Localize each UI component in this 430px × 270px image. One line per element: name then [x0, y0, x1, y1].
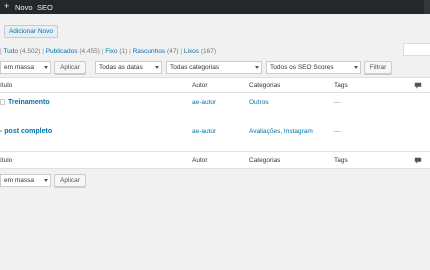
post-categories-link[interactable]: Outros — [249, 99, 269, 106]
add-new-button[interactable]: Adicionar Novo — [4, 25, 58, 38]
row-checkbox[interactable] — [0, 99, 5, 105]
column-author: Autor — [192, 82, 208, 89]
header-divider — [0, 92, 430, 93]
admin-bar: + Novo SEO — [0, 0, 430, 14]
new-menu[interactable]: Novo — [15, 3, 33, 12]
filter-button[interactable]: Filtrar — [364, 61, 392, 74]
categories-select[interactable]: Todas categorias — [166, 61, 262, 74]
dates-value: Todas as datas — [99, 64, 143, 71]
chevron-down-icon — [354, 66, 358, 69]
filter-all[interactable]: Tudo (4.502) — [3, 48, 40, 55]
column-title[interactable]: ítulo — [0, 82, 12, 89]
chevron-down-icon — [44, 179, 48, 182]
seo-score-select[interactable]: Todos os SEO Scores — [266, 61, 361, 74]
column-categories-footer: Categorias — [249, 157, 281, 164]
comment-icon — [414, 157, 422, 164]
bulk-actions-select-bottom[interactable]: em massa — [0, 174, 51, 187]
post-tags: — — [334, 128, 341, 135]
column-tags: Tags — [334, 82, 348, 89]
post-title-link[interactable]: Treinamento — [8, 99, 50, 106]
chevron-down-icon — [255, 66, 259, 69]
column-categories: Categorias — [249, 82, 281, 89]
filter-drafts[interactable]: Rascunhos (47) — [133, 48, 179, 55]
post-categories-link[interactable]: Avaliações, Instagram — [249, 128, 313, 135]
bulk-actions-value: em massa — [4, 64, 34, 71]
column-title-footer[interactable]: ítulo — [0, 157, 12, 164]
filter-published[interactable]: Publicados (4.455) — [46, 48, 100, 55]
status-filters: | Tudo (4.502) | Publicados (4.455) | Fi… — [0, 48, 217, 55]
categories-value: Todas categorias — [170, 64, 220, 71]
chevron-down-icon — [44, 66, 48, 69]
post-author-link[interactable]: ae-autor — [192, 128, 216, 135]
filter-trash[interactable]: Lixos (167) — [184, 48, 216, 55]
dates-select[interactable]: Todas as datas — [95, 61, 162, 74]
search-input[interactable] — [403, 43, 430, 56]
posts-table: ítulo Autor Categorias Tags Treinamento … — [0, 77, 430, 169]
admin-bar-account[interactable] — [424, 0, 430, 14]
post-tags: — — [334, 99, 341, 106]
chevron-down-icon — [155, 66, 159, 69]
bulk-actions-value: em massa — [4, 177, 34, 184]
post-author-link[interactable]: ae-autor — [192, 99, 216, 106]
seo-score-value: Todos os SEO Scores — [270, 64, 334, 71]
apply-button-top[interactable]: Aplicar — [54, 61, 86, 74]
footer-divider — [0, 151, 430, 152]
comment-icon — [414, 82, 422, 89]
plus-icon[interactable]: + — [4, 1, 9, 11]
column-tags-footer: Tags — [334, 157, 348, 164]
bulk-actions-select-top[interactable]: em massa — [0, 61, 51, 74]
post-title-link[interactable]: - post completo — [0, 128, 52, 135]
seo-menu[interactable]: SEO — [37, 3, 53, 12]
column-author-footer: Autor — [192, 157, 208, 164]
apply-button-bottom[interactable]: Aplicar — [54, 174, 86, 187]
filter-sticky[interactable]: Fixo (1) — [105, 48, 127, 55]
